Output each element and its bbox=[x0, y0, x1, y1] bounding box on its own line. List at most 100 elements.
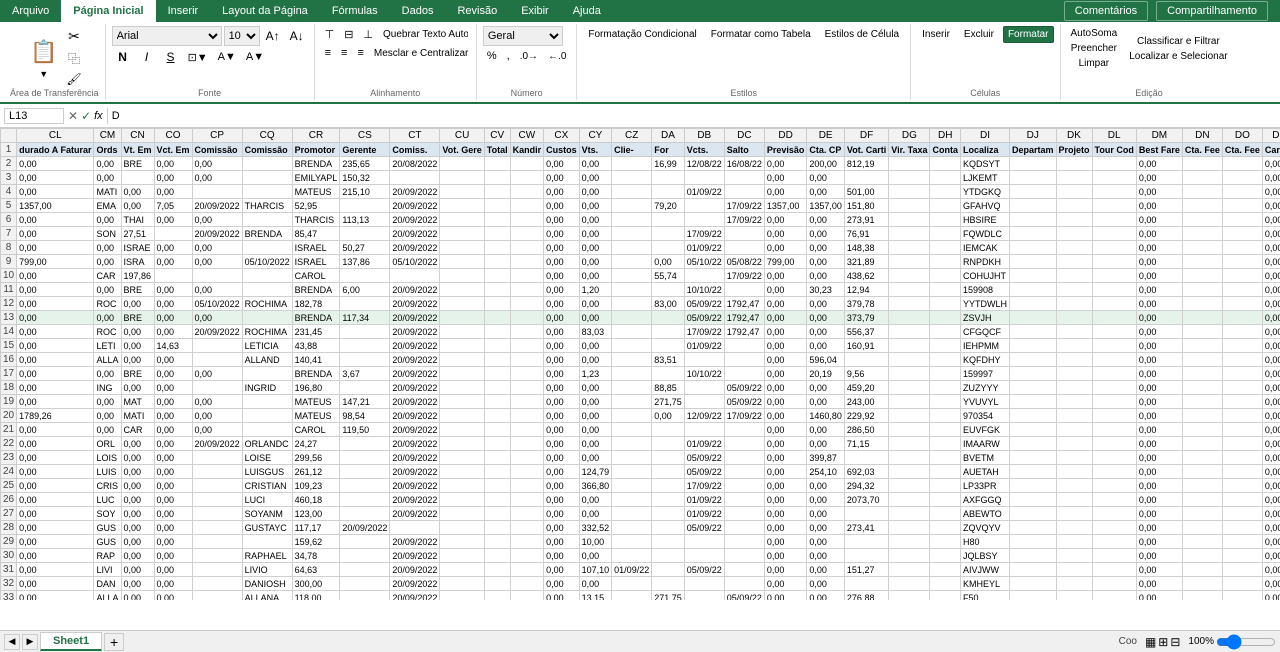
cell[interactable] bbox=[340, 563, 390, 577]
cell[interactable] bbox=[1009, 437, 1056, 451]
cell[interactable] bbox=[889, 479, 930, 493]
cell[interactable]: CFGQCF bbox=[960, 325, 1009, 339]
cell[interactable]: 20/09/2022 bbox=[390, 297, 440, 311]
cell[interactable]: 0,00 bbox=[1262, 185, 1280, 199]
cell[interactable]: 05/10/2022 bbox=[242, 255, 292, 269]
cell[interactable]: 0,00 bbox=[544, 255, 580, 269]
cell[interactable]: 20/09/2022 bbox=[390, 535, 440, 549]
cell[interactable]: ZUZYYY bbox=[960, 381, 1009, 395]
cell[interactable]: 0,00 bbox=[1136, 227, 1182, 241]
cell[interactable] bbox=[684, 353, 724, 367]
cell[interactable] bbox=[684, 549, 724, 563]
cell[interactable]: 05/09/22 bbox=[724, 395, 764, 409]
cell[interactable]: 20/09/2022 bbox=[390, 507, 440, 521]
cell[interactable] bbox=[1222, 507, 1262, 521]
header-cell-DN[interactable]: Cta. Fee bbox=[1182, 143, 1222, 157]
cell[interactable] bbox=[1182, 479, 1222, 493]
cell[interactable] bbox=[440, 255, 484, 269]
cell[interactable]: 0,00 bbox=[544, 353, 580, 367]
cell[interactable]: ISRAEL bbox=[292, 241, 340, 255]
cell[interactable]: SON bbox=[94, 227, 121, 241]
cell[interactable]: 20/09/2022 bbox=[390, 451, 440, 465]
cell[interactable]: 20/09/2022 bbox=[340, 521, 390, 535]
cell[interactable] bbox=[1009, 199, 1056, 213]
cell[interactable] bbox=[484, 269, 510, 283]
cell[interactable] bbox=[1222, 549, 1262, 563]
cell[interactable]: 0,00 bbox=[544, 171, 580, 185]
cell[interactable]: 438,62 bbox=[844, 269, 888, 283]
cell[interactable] bbox=[612, 339, 652, 353]
cell[interactable]: 0,00 bbox=[579, 269, 612, 283]
percent-btn[interactable]: % bbox=[483, 48, 501, 64]
cell[interactable] bbox=[1222, 241, 1262, 255]
cell[interactable]: KMHEYL bbox=[960, 577, 1009, 591]
cell[interactable]: KQDSYT bbox=[960, 157, 1009, 171]
cell[interactable] bbox=[192, 479, 242, 493]
cell[interactable]: 0,00 bbox=[579, 437, 612, 451]
row-header-1[interactable]: 1 bbox=[1, 143, 17, 157]
cell[interactable]: 0,00 bbox=[154, 507, 192, 521]
cell[interactable]: 0,00 bbox=[764, 465, 807, 479]
cell[interactable] bbox=[1222, 283, 1262, 297]
cell[interactable]: 151,80 bbox=[844, 199, 888, 213]
cell[interactable]: 0,00 bbox=[807, 507, 845, 521]
cell[interactable]: 0,00 bbox=[1262, 451, 1280, 465]
cell[interactable]: 0,00 bbox=[94, 395, 121, 409]
sheet-tab-sheet1[interactable]: Sheet1 bbox=[40, 632, 102, 651]
cell[interactable]: 332,52 bbox=[579, 521, 612, 535]
row-header-5[interactable]: 5 bbox=[1, 199, 17, 213]
cell[interactable] bbox=[192, 381, 242, 395]
cell[interactable] bbox=[724, 171, 764, 185]
cell[interactable] bbox=[1009, 269, 1056, 283]
cell[interactable] bbox=[889, 283, 930, 297]
cell[interactable]: 0,00 bbox=[807, 563, 845, 577]
cell[interactable]: 118,00 bbox=[292, 591, 340, 601]
cell[interactable]: 0,00 bbox=[192, 395, 242, 409]
cell[interactable]: 0,00 bbox=[17, 241, 94, 255]
header-cell-CV[interactable]: Total bbox=[484, 143, 510, 157]
cell[interactable]: 0,00 bbox=[1136, 199, 1182, 213]
cell[interactable] bbox=[510, 479, 544, 493]
comma-btn[interactable]: , bbox=[503, 48, 514, 64]
cell[interactable]: 0,00 bbox=[1136, 157, 1182, 171]
cell[interactable]: 05/09/22 bbox=[684, 297, 724, 311]
cell[interactable]: 0,00 bbox=[154, 311, 192, 325]
cell[interactable] bbox=[652, 423, 685, 437]
cell[interactable] bbox=[1056, 563, 1092, 577]
cell[interactable]: LUISGUS bbox=[242, 465, 292, 479]
cell[interactable]: 20/09/2022 bbox=[390, 423, 440, 437]
cell[interactable] bbox=[724, 549, 764, 563]
cell[interactable]: 0,00 bbox=[544, 185, 580, 199]
align-right-btn[interactable]: ≡ bbox=[353, 45, 367, 61]
header-cell-DC[interactable]: Salto bbox=[724, 143, 764, 157]
header-cell-DJ[interactable]: Departam bbox=[1009, 143, 1056, 157]
align-left-btn[interactable]: ≡ bbox=[321, 45, 335, 61]
cell[interactable]: 0,00 bbox=[121, 297, 154, 311]
cell[interactable] bbox=[889, 563, 930, 577]
cell[interactable] bbox=[510, 269, 544, 283]
cell[interactable] bbox=[1092, 283, 1136, 297]
cell[interactable] bbox=[652, 577, 685, 591]
cell[interactable] bbox=[889, 535, 930, 549]
cell[interactable]: 0,00 bbox=[154, 591, 192, 601]
cell[interactable]: 0,00 bbox=[17, 493, 94, 507]
cell[interactable]: BRE bbox=[121, 157, 154, 171]
cell[interactable]: BRENDA bbox=[292, 157, 340, 171]
cell[interactable] bbox=[340, 199, 390, 213]
cell[interactable] bbox=[612, 521, 652, 535]
cell[interactable]: 83,03 bbox=[579, 325, 612, 339]
cell[interactable]: 459,20 bbox=[844, 381, 888, 395]
row-header-7[interactable]: 7 bbox=[1, 227, 17, 241]
cell[interactable] bbox=[1056, 157, 1092, 171]
cell[interactable]: 0,00 bbox=[17, 171, 94, 185]
cell[interactable]: 0,00 bbox=[154, 409, 192, 423]
header-cell-DK[interactable]: Projeto bbox=[1056, 143, 1092, 157]
cell[interactable] bbox=[484, 535, 510, 549]
cell[interactable] bbox=[1222, 157, 1262, 171]
cell[interactable] bbox=[930, 591, 961, 601]
header-cell-CS[interactable]: Gerente bbox=[340, 143, 390, 157]
cell[interactable]: 0,00 bbox=[764, 269, 807, 283]
cell[interactable]: 0,00 bbox=[1136, 241, 1182, 255]
cell[interactable]: 0,00 bbox=[154, 437, 192, 451]
cell[interactable]: 159997 bbox=[960, 367, 1009, 381]
